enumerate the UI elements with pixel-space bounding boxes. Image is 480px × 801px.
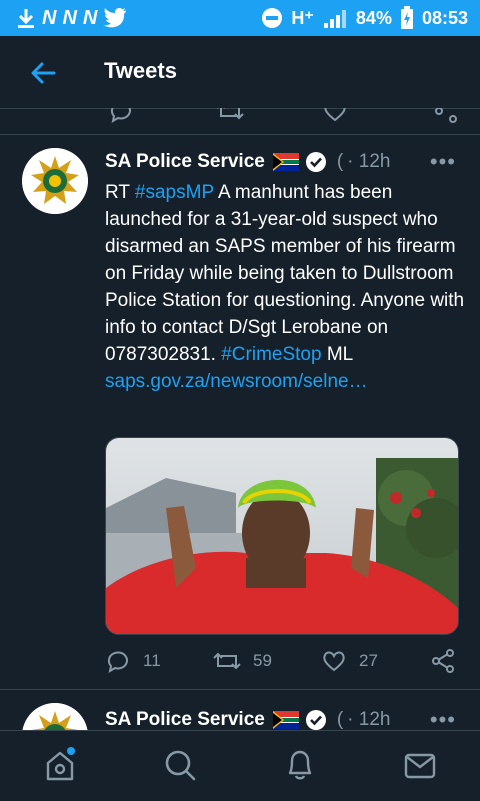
author-name[interactable]: SA Police Service xyxy=(105,709,265,730)
tweet[interactable]: SA Police Service ( · 12h ••• xyxy=(0,690,480,730)
share-button[interactable] xyxy=(431,648,455,674)
tweet-header: SA Police Service ( · 12h xyxy=(105,707,465,730)
reply-icon[interactable] xyxy=(108,108,134,124)
retweet-count: 59 xyxy=(253,651,272,670)
tweet-time: · 12h xyxy=(347,151,391,172)
home-icon[interactable] xyxy=(40,745,80,785)
do-not-disturb-icon xyxy=(262,8,283,28)
network-type: H⁺ xyxy=(291,7,314,28)
hashtag-link[interactable]: #sapsMP xyxy=(135,182,214,203)
tweet-time: · 12h xyxy=(347,709,391,730)
like-icon xyxy=(323,651,345,672)
verified-badge-icon xyxy=(305,152,326,172)
retweet-icon xyxy=(213,652,241,670)
tweet[interactable]: SA Police Service ( · 12h ••• RT #sapsMP… xyxy=(0,135,480,690)
more-options-icon[interactable]: ••• xyxy=(430,149,456,175)
verified-badge-icon xyxy=(305,710,326,730)
app-bar: Tweets xyxy=(0,36,480,109)
tweet-header: SA Police Service ( · 12h xyxy=(105,149,465,175)
avatar[interactable] xyxy=(22,148,88,214)
share-icon[interactable] xyxy=(434,108,458,124)
tweet-actions: 11 59 27 xyxy=(105,648,465,678)
share-icon xyxy=(432,649,454,673)
hashtag-link[interactable]: #CrimeStop xyxy=(221,344,321,365)
reply-icon xyxy=(107,651,128,674)
signal-icon xyxy=(323,10,346,28)
like-icon[interactable] xyxy=(322,108,348,124)
tweet-text-part: RT xyxy=(105,182,135,203)
battery-percent: 84% xyxy=(355,7,392,28)
retweet-button[interactable]: 59 xyxy=(213,648,272,674)
tweet-text-part: ML xyxy=(321,344,354,365)
messages-icon[interactable] xyxy=(400,745,440,785)
tweet-media-image[interactable] xyxy=(105,437,459,635)
south-africa-flag-icon xyxy=(272,153,299,171)
page-title: Tweets xyxy=(104,58,177,83)
battery-charging-icon xyxy=(400,6,413,29)
n-icon: N xyxy=(62,6,77,29)
like-count: 27 xyxy=(359,651,378,670)
retweet-icon[interactable] xyxy=(216,108,244,124)
handle-truncated: ( xyxy=(336,151,344,172)
author-name[interactable]: SA Police Service xyxy=(105,151,265,173)
status-bar: N N N H⁺ 84% 08:53 xyxy=(0,0,480,36)
previous-tweet-actions xyxy=(0,108,480,135)
bottom-navigation xyxy=(0,730,480,801)
n-icon: N xyxy=(82,6,98,29)
tweet-text: RT #sapsMP A manhunt has been launched f… xyxy=(105,179,465,395)
suspect-photo xyxy=(106,438,458,634)
south-africa-flag-icon xyxy=(272,711,299,729)
avatar[interactable] xyxy=(22,703,88,730)
saps-logo xyxy=(22,703,88,730)
arrow-left-icon[interactable] xyxy=(28,58,58,88)
saps-logo xyxy=(22,148,88,214)
reply-count: 11 xyxy=(143,651,161,670)
like-button[interactable]: 27 xyxy=(321,648,378,674)
download-icon xyxy=(18,9,34,28)
url-link[interactable]: saps.gov.za/newsroom/selne… xyxy=(105,371,368,392)
tweet-text-part: A manhunt has been launched for a 31-yea… xyxy=(105,182,465,365)
clock: 08:53 xyxy=(421,7,468,28)
more-options-icon[interactable]: ••• xyxy=(430,707,456,730)
handle-truncated: ( xyxy=(336,709,344,730)
twitter-icon xyxy=(103,8,127,28)
search-icon[interactable] xyxy=(160,745,200,785)
notifications-icon[interactable] xyxy=(280,745,320,785)
reply-button[interactable]: 11 xyxy=(105,648,161,674)
n-icon: N xyxy=(42,6,57,29)
